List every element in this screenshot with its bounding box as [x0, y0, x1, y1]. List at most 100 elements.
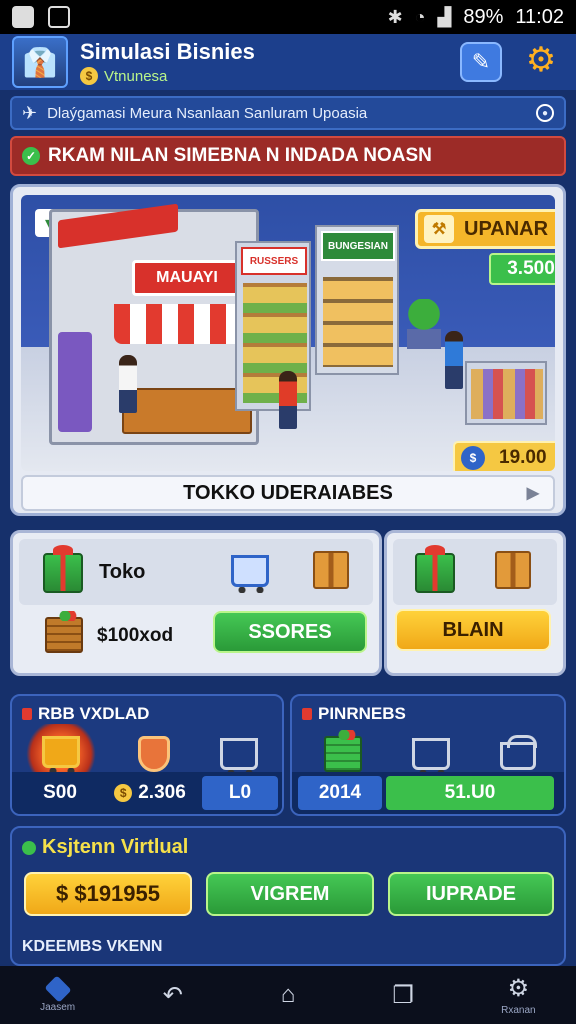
nav-home-button[interactable]: ⌂ [258, 966, 318, 1024]
coin-balance-value: 19.00 [499, 447, 547, 468]
store-name-label: TOKKO UDERAIABES [183, 481, 393, 504]
play-arrow-icon[interactable]: ▶ [527, 483, 539, 503]
check-icon [22, 840, 36, 855]
stats-right-strip: 2014 51.U0 [292, 772, 564, 814]
system-status-bar: ✱ ◔ ▟ 89% 11:02 [0, 0, 576, 34]
stats-left-title-text: RBB VXDLAD [38, 704, 150, 723]
upgrade-button[interactable]: IUPRADE [388, 872, 554, 916]
app-header: 👔 Simulasi Bisnies $ Vtnunesa ✎ ⚙ [0, 34, 576, 90]
money-button[interactable]: $ $191955 [24, 872, 192, 916]
stats-left-title: RBB VXDLAD [22, 704, 149, 724]
settings-gear-icon: ⚙ [507, 975, 530, 1002]
stats-panel-left: RBB VXDLAD S00 $ 2.306 L0 [10, 694, 284, 816]
upgrade-badge[interactable]: ⚒ UPANAR [415, 209, 555, 249]
potted-plant [407, 299, 441, 349]
info-close-icon[interactable]: ● [536, 104, 554, 122]
shop-row-label: Toko [99, 561, 146, 583]
mute-icon: ✱ [387, 6, 403, 27]
vegetable-basket-icon[interactable] [324, 730, 362, 772]
vigrem-button[interactable]: VIGREM [206, 872, 374, 916]
fruit-display [465, 361, 547, 425]
coin-balance-badge[interactable]: $ 19.00 [453, 441, 555, 471]
grocery-aisle: BUNGESIAN [315, 225, 399, 375]
grocery-sign: BUNGESIAN [321, 231, 395, 261]
shopper-red [279, 371, 297, 429]
cardboard-box-icon[interactable] [313, 551, 349, 589]
home-icon: ⌂ [280, 981, 296, 1008]
virtual-office-footer: KDEEMBS VKENN [22, 938, 163, 955]
home-app-icon [44, 974, 72, 1003]
stats-panel-right: PINRNEBS 2014 51.U0 [290, 694, 566, 816]
produce-aisle: RUSSERS [235, 241, 311, 411]
produce-shelves [243, 283, 307, 403]
reward-panel: BLAIN [384, 530, 566, 676]
coin-icon: $ [461, 446, 485, 470]
nav-home-caption: Jaasem [40, 1001, 76, 1013]
wifi-icon: ◔ [414, 6, 426, 27]
stores-button[interactable]: SSORES [213, 611, 367, 653]
nav-recents[interactable]: ❐ [373, 966, 433, 1024]
marker-icon [302, 708, 312, 720]
check-icon: ✓ [22, 147, 40, 165]
produce-crate-icon [45, 611, 83, 653]
basket-icon[interactable] [500, 735, 537, 770]
store-scene[interactable]: ▾ MAUAYI RUSSERS BUNGESIAN ⚒ UPANAR 3.50… [21, 195, 555, 471]
virtual-office-title: Ksjtenn Virtlual [22, 836, 188, 859]
empty-cart-icon[interactable] [220, 738, 258, 776]
roof-sign [58, 203, 178, 249]
gift-box-icon[interactable] [415, 545, 455, 593]
info-banner[interactable]: ✈ Dlaýgamasi Meura Nsanlaan Sanluram Upo… [10, 96, 566, 130]
recents-icon: ❐ [392, 981, 414, 1009]
edit-button[interactable]: ✎ [460, 42, 502, 82]
battery-percent: 89% [463, 5, 504, 28]
alert-banner-text: RKAM NILAN SIMEBNA N INDADA NOASN [48, 145, 432, 166]
checkout-counter [122, 388, 252, 434]
store-scene-card: ▾ MAUAYI RUSSERS BUNGESIAN ⚒ UPANAR 3.50… [10, 184, 566, 516]
virtual-office-panel: Ksjtenn Virtlual $ $191955 VIGREM IUPRAD… [10, 826, 566, 966]
store-name-bar[interactable]: TOKKO UDERAIABES ▶ [21, 475, 555, 511]
coin-icon: $ [80, 67, 98, 85]
virtual-office-title-text: Ksjtenn Virtlual [42, 836, 189, 858]
stat-left-2: 2.306 [138, 782, 186, 803]
pencil-icon: ✎ [471, 49, 491, 74]
upgrade-price[interactable]: 3.500 [489, 253, 555, 285]
app-subtitle: $ Vtnunesa [80, 67, 255, 85]
gear-icon: ⚙ [525, 41, 557, 79]
signal-icon: ▟ [437, 6, 452, 27]
plane-icon: ✈ [22, 102, 38, 123]
stat-left-2-wrap: $ 2.306 [104, 776, 196, 810]
navigation-bar: Jaasem ↶ ⌂ ❐ ⚙ Rxanan [0, 966, 576, 1024]
empty-cart-icon[interactable] [412, 738, 450, 776]
stats-right-title: PINRNEBS [302, 704, 406, 724]
shop-panel: Toko $100xod SSORES [10, 530, 382, 676]
stats-right-title-text: PINRNEBS [318, 704, 406, 723]
shopping-cart-icon[interactable] [231, 555, 269, 593]
cashier [119, 355, 137, 413]
stat-right-2: 51.U0 [386, 776, 554, 810]
settings-button[interactable]: ⚙ [520, 40, 562, 80]
produce-sign: RUSSERS [241, 247, 307, 275]
blain-button[interactable]: BLAIN [395, 609, 551, 651]
app-title: Simulasi Bisnies [80, 39, 255, 64]
cardboard-box-icon[interactable] [495, 551, 531, 589]
stats-left-strip: S00 $ 2.306 L0 [12, 772, 282, 814]
nav-back[interactable]: ↶ [143, 966, 203, 1024]
grocery-shelves [323, 277, 393, 367]
nav-settings[interactable]: ⚙ Rxanan [488, 966, 548, 1024]
coin-icon: $ [114, 784, 133, 802]
info-banner-text: Dlaýgamasi Meura Nsanlaan Sanluram Upoas… [47, 104, 368, 122]
full-cart-icon[interactable] [42, 736, 80, 774]
shield-icon[interactable] [138, 736, 170, 772]
nav-home[interactable]: Jaasem [28, 966, 88, 1024]
stat-left-1: S00 [43, 782, 77, 803]
gift-box-icon [43, 545, 83, 593]
marker-icon [22, 708, 32, 720]
subtitle-text: Vtnunesa [104, 67, 168, 85]
store-sign: MAUAYI [132, 260, 242, 296]
screenshot-notification-icon [48, 6, 70, 28]
main-store-building: MAUAYI [49, 203, 268, 445]
avatar[interactable]: 👔 [12, 36, 68, 88]
stat-right-1: 2014 [298, 776, 382, 810]
alert-banner[interactable]: ✓ RKAM NILAN SIMEBNA N INDADA NOASN [10, 136, 566, 176]
shopper-blue [445, 331, 463, 389]
